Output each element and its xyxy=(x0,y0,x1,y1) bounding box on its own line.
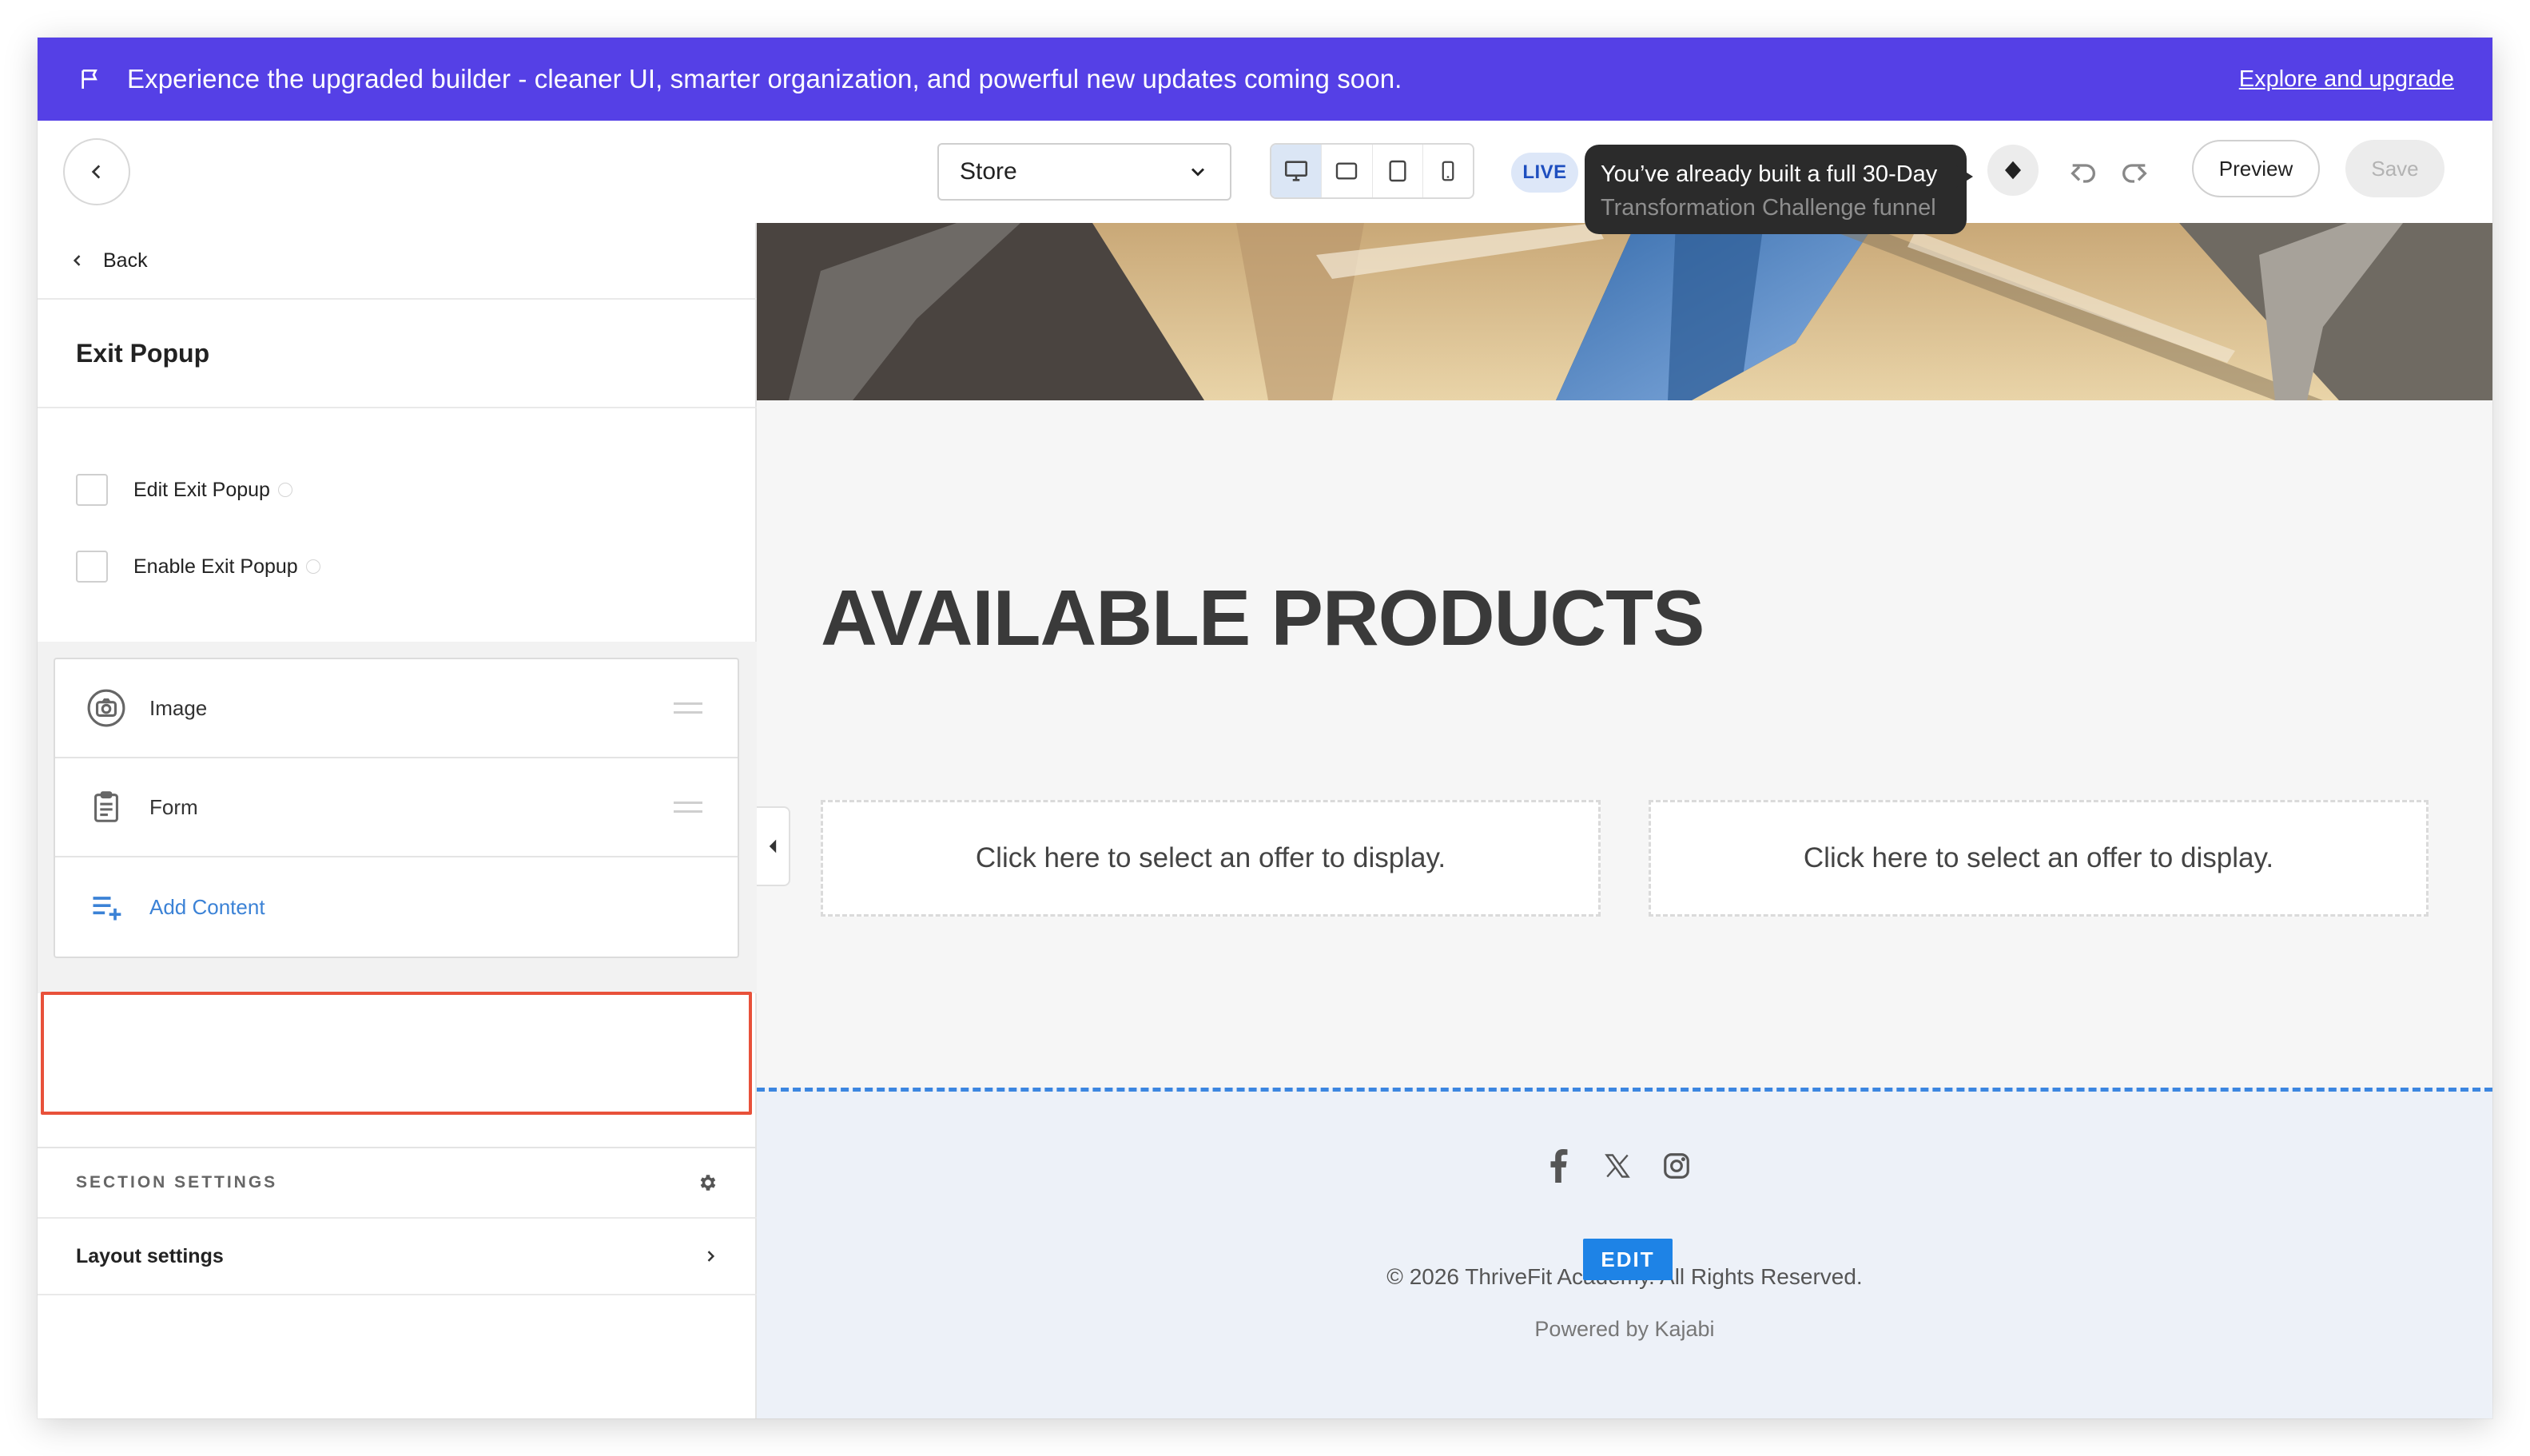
drag-handle-icon[interactable] xyxy=(674,802,702,813)
back-link[interactable]: Back xyxy=(38,223,757,300)
mobile-view-button[interactable] xyxy=(1423,145,1473,197)
tablet-landscape-icon xyxy=(1336,162,1358,180)
chevron-left-icon xyxy=(91,165,101,179)
section-title: Exit Popup xyxy=(38,300,757,408)
desktop-icon xyxy=(1285,161,1308,181)
live-badge: LIVE xyxy=(1511,153,1578,193)
undo-icon[interactable] xyxy=(2067,157,2099,189)
settings-sidebar: Back Exit Popup Edit Exit Popup Enable E… xyxy=(38,223,757,1418)
ai-assistant-button[interactable] xyxy=(1987,145,2039,196)
edit-footer-button[interactable]: EDIT xyxy=(1583,1239,1673,1280)
desktop-view-button[interactable] xyxy=(1271,145,1323,197)
block-label: Image xyxy=(149,695,208,720)
page-footer: EDIT © 2026 ThriveFit Academy. All Right… xyxy=(757,1088,2492,1418)
page-select[interactable]: Store xyxy=(937,143,1231,201)
builder-toolbar: Store LIVE You’ve already built a full 3… xyxy=(38,121,2492,234)
redo-icon[interactable] xyxy=(2118,157,2150,189)
camera-icon xyxy=(86,687,127,729)
add-content-button[interactable]: Add Content xyxy=(55,857,738,957)
exit-builder-button[interactable] xyxy=(63,138,130,205)
upgrade-banner: Experience the upgraded builder - cleane… xyxy=(38,38,2492,121)
ai-tooltip: You’ve already built a full 30-Day Trans… xyxy=(1585,145,1967,234)
chevron-left-icon xyxy=(73,255,81,266)
edit-exit-popup-label: Edit Exit Popup xyxy=(133,478,270,501)
products-heading[interactable]: AVAILABLE PRODUCTS xyxy=(821,573,1705,663)
save-button[interactable]: Save xyxy=(2345,140,2444,197)
building-photo xyxy=(757,223,2492,400)
add-content-label: Add Content xyxy=(149,894,265,919)
tooltip-tail xyxy=(1955,165,1973,188)
tablet-portrait-icon xyxy=(1389,160,1406,182)
gear-icon[interactable] xyxy=(698,1172,718,1193)
block-label: Form xyxy=(149,794,198,819)
layout-settings-row[interactable]: Layout settings xyxy=(38,1219,757,1295)
enable-exit-popup-option: Enable Exit Popup xyxy=(76,551,320,583)
mobile-icon xyxy=(1442,161,1454,181)
flag-icon xyxy=(76,65,105,93)
powered-by-text[interactable]: Powered by Kajabi xyxy=(757,1317,2492,1342)
diamond-icon xyxy=(2005,161,2021,180)
tooltip-line-2: Transformation Challenge funnel xyxy=(1601,195,1936,221)
instagram-icon[interactable] xyxy=(1658,1148,1695,1184)
drag-handle-icon[interactable] xyxy=(674,702,702,714)
device-switcher xyxy=(1270,143,1474,199)
enable-exit-popup-label: Enable Exit Popup xyxy=(133,555,298,578)
page-select-value: Store xyxy=(960,158,1017,185)
section-settings-label: SECTION SETTINGS xyxy=(76,1173,278,1191)
builder-window: Experience the upgraded builder - cleane… xyxy=(38,38,2492,1418)
enable-exit-popup-checkbox[interactable] xyxy=(76,551,108,583)
banner-message: Experience the upgraded builder - cleane… xyxy=(127,64,1402,93)
social-links xyxy=(1540,1148,1695,1184)
block-image[interactable]: Image xyxy=(55,659,738,758)
offer-placeholder-1[interactable]: Click here to select an offer to display… xyxy=(821,800,1601,917)
clipboard-icon xyxy=(86,786,127,828)
highlight-outline xyxy=(41,992,752,1115)
page-canvas: AVAILABLE PRODUCTS Click here to select … xyxy=(757,223,2492,1418)
chevron-down-icon xyxy=(1191,168,1205,177)
edit-exit-popup-checkbox[interactable] xyxy=(76,474,108,506)
tablet-portrait-view-button[interactable] xyxy=(1373,145,1423,197)
chevron-right-icon xyxy=(707,1251,715,1262)
info-icon[interactable] xyxy=(305,559,320,574)
caret-left-icon xyxy=(769,839,777,853)
collapse-sidebar-button[interactable] xyxy=(757,806,790,886)
block-form[interactable]: Form xyxy=(55,758,738,857)
add-list-icon xyxy=(86,886,127,928)
tooltip-line-1: You’ve already built a full 30-Day xyxy=(1601,161,1938,187)
explore-upgrade-link[interactable]: Explore and upgrade xyxy=(2239,66,2454,93)
back-label: Back xyxy=(103,249,148,272)
edit-exit-popup-option: Edit Exit Popup xyxy=(76,474,292,506)
block-list: Image Form Add Content xyxy=(54,658,739,958)
layout-settings-label: Layout settings xyxy=(76,1244,224,1267)
info-icon[interactable] xyxy=(277,483,292,497)
facebook-icon[interactable] xyxy=(1540,1148,1577,1184)
section-settings-header: SECTION SETTINGS xyxy=(38,1147,757,1219)
hero-image[interactable] xyxy=(757,223,2492,400)
preview-button[interactable]: Preview xyxy=(2192,140,2320,197)
offer-placeholder-2[interactable]: Click here to select an offer to display… xyxy=(1649,800,2429,917)
x-icon[interactable] xyxy=(1599,1148,1636,1184)
tablet-landscape-view-button[interactable] xyxy=(1322,145,1373,197)
